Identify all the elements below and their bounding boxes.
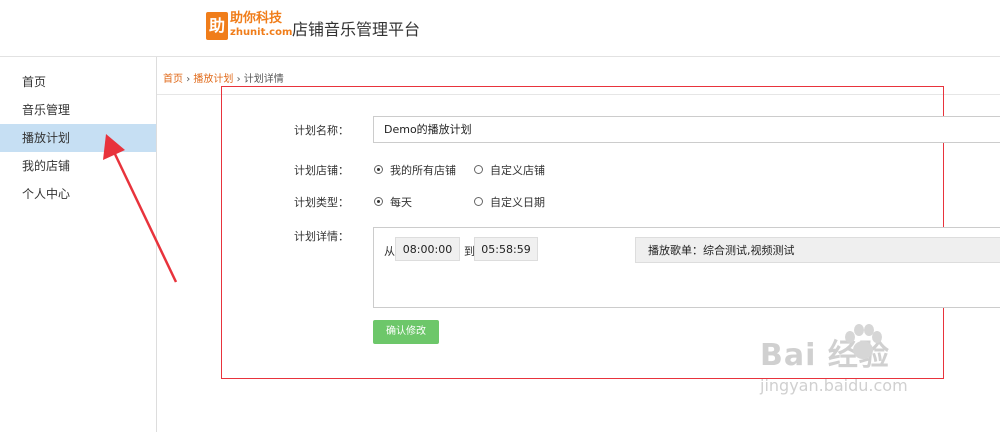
paw-icon xyxy=(845,324,882,359)
watermark-sub: jingyan.baidu.com xyxy=(760,376,908,395)
